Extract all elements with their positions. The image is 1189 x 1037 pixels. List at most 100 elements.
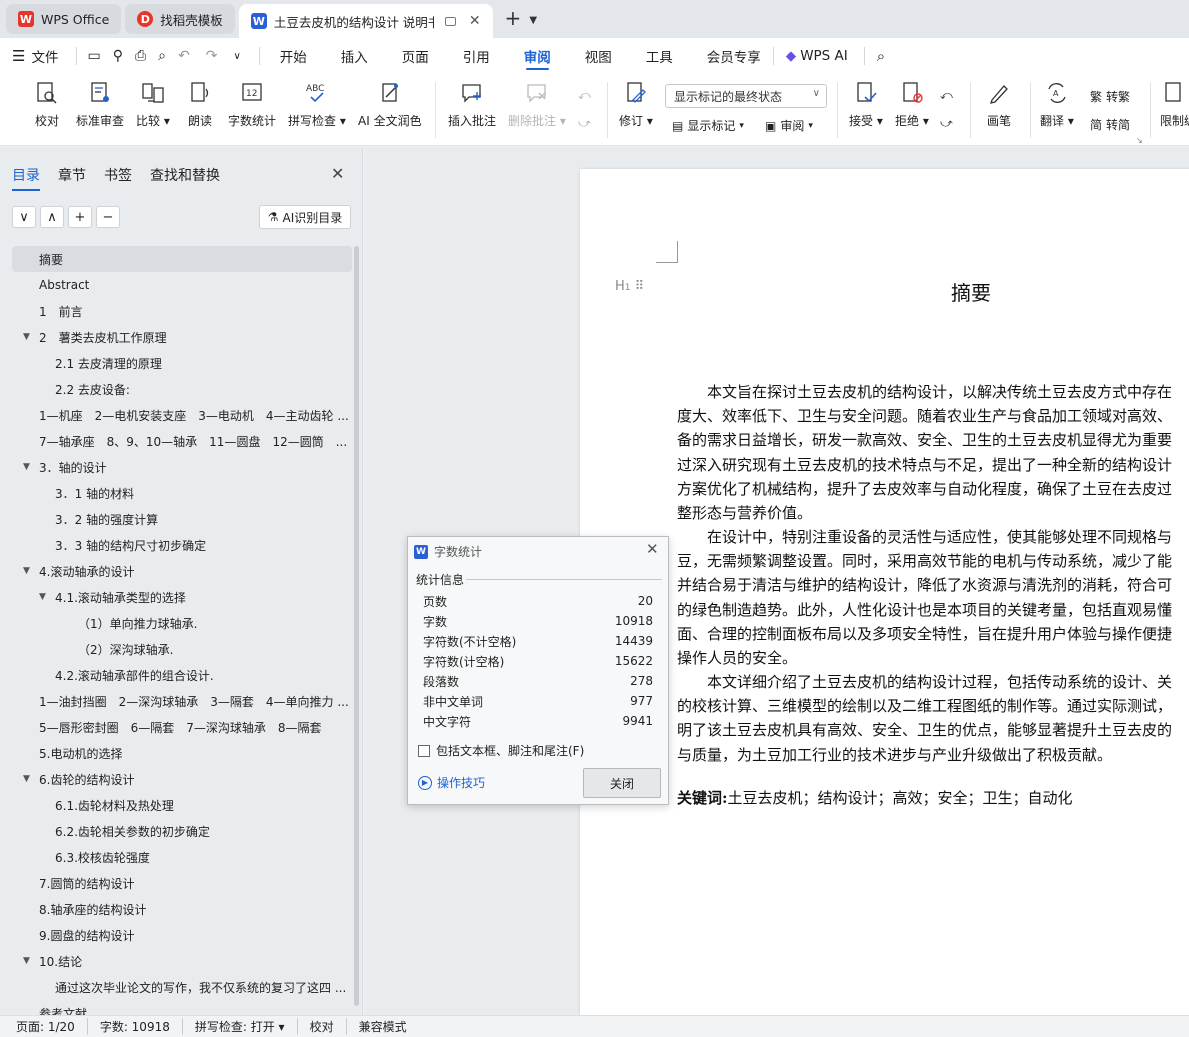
previous-change-icon[interactable]: ⤺ <box>940 88 953 103</box>
toc-item[interactable]: 1—机座 2—电机安装支座 3—电动机 4—主动齿轮 ... <box>12 402 352 428</box>
next-comment-icon[interactable]: ⤻ <box>578 116 591 131</box>
menu-tab-insert[interactable]: 插入 <box>341 38 368 74</box>
expand-arrow-icon[interactable]: ▼ <box>23 774 30 784</box>
delete-comment-button[interactable]: 删除批注 ▾ <box>508 80 566 129</box>
toc-item[interactable]: 6.2.齿轮相关参数的初步确定 <box>12 818 352 844</box>
expand-arrow-icon[interactable]: ▼ <box>23 566 30 576</box>
search-icon[interactable]: ⌕ <box>877 47 885 65</box>
expand-arrow-icon[interactable]: ▼ <box>23 956 30 966</box>
new-tab-plus-icon[interactable]: + <box>505 6 522 30</box>
include-textbox-checkbox[interactable]: 包括文本框、脚注和尾注(F) <box>418 742 584 759</box>
nav-tab-bookmarks[interactable]: 书签 <box>104 165 132 185</box>
toc-item[interactable]: 6.3.校核齿轮强度 <box>12 844 352 870</box>
menu-tab-home[interactable]: 开始 <box>280 38 307 74</box>
checkbox-box[interactable] <box>418 744 430 757</box>
toc-item[interactable]: 3．2 轴的强度计算 <box>12 506 352 532</box>
hamburger-icon[interactable]: ☰ <box>12 47 25 65</box>
close-tab-icon[interactable]: ✕ <box>469 13 481 29</box>
translate-button[interactable]: A 翻译 ▾ <box>1040 80 1074 129</box>
menu-tab-member[interactable]: 会员专享 <box>707 38 761 74</box>
toc-scrollbar[interactable] <box>354 246 359 1006</box>
toc-item[interactable]: 4.2.滚动轴承部件的组合设计. <box>12 662 352 688</box>
redo-icon[interactable]: ↷ <box>206 48 218 64</box>
dialog-close-icon[interactable]: ✕ <box>646 540 659 558</box>
document-page[interactable]: H1 ⠿ 摘要 本文旨在探讨土豆去皮机的结构设计，以解决传统土豆去皮方式中存在度… <box>580 169 1189 1015</box>
nav-tab-toc[interactable]: 目录 <box>12 165 40 191</box>
expand-group-icon[interactable]: ↘ <box>1136 136 1143 145</box>
toc-item[interactable]: 7—轴承座 8、9、10—轴承 11—圆盘 12—圆筒 ... <box>12 428 352 454</box>
toc-item[interactable]: 3．1 轴的材料 <box>12 480 352 506</box>
toc-item[interactable]: ▼ 6.齿轮的结构设计 <box>12 766 352 792</box>
dialog-title-bar[interactable]: W 字数统计 <box>414 543 482 560</box>
undo-icon[interactable]: ↶ <box>178 48 190 64</box>
expand-arrow-icon[interactable]: ▼ <box>23 462 30 472</box>
nav-tab-chapters[interactable]: 章节 <box>58 165 86 185</box>
toc-item[interactable]: 2.1 去皮清理的原理 <box>12 350 352 376</box>
toc-item[interactable]: ▼ 4.滚动轴承的设计 <box>12 558 352 584</box>
status-word-count[interactable]: 字数: 10918 <box>100 1018 183 1035</box>
accept-button[interactable]: 接受 ▾ <box>849 80 883 129</box>
reject-button[interactable]: 拒绝 ▾ <box>895 80 929 129</box>
to-traditional-button[interactable]: 繁 转繁 <box>1090 88 1130 105</box>
menu-tab-references[interactable]: 引用 <box>463 38 490 74</box>
compare-button[interactable]: 比较 ▾ <box>136 80 170 129</box>
pen-button[interactable]: 画笔 <box>986 80 1012 129</box>
toc-item[interactable]: 5—唇形密封圈 6—隔套 7—深沟球轴承 8—隔套 <box>12 714 352 740</box>
show-markup-button[interactable]: ▤ 显示标记 ▾ <box>672 117 744 134</box>
read-aloud-button[interactable]: 朗读 <box>187 80 213 129</box>
next-change-icon[interactable]: ⤻ <box>940 116 953 131</box>
tab-document[interactable]: W 土豆去皮机的结构设计 说明书 ✕ <box>238 4 493 38</box>
toc-item[interactable]: 8.轴承座的结构设计 <box>12 896 352 922</box>
toc-item[interactable]: （1）单向推力球轴承. <box>12 610 352 636</box>
toc-item[interactable]: Abstract <box>12 272 352 298</box>
toc-item[interactable]: 7.圆筒的结构设计 <box>12 870 352 896</box>
tips-link[interactable]: ▶ 操作技巧 <box>418 774 485 791</box>
insert-comment-button[interactable]: 插入批注 <box>448 80 496 129</box>
quick-access-chevron-icon[interactable]: ∨ <box>233 51 240 62</box>
spell-check-button[interactable]: ABC 拼写检查 ▾ <box>288 80 346 129</box>
toc-item[interactable]: （2）深沟球轴承. <box>12 636 352 662</box>
nav-tab-find-replace[interactable]: 查找和替换 <box>150 165 220 185</box>
remove-heading-button[interactable]: − <box>96 206 120 228</box>
save-icon[interactable]: ▭ <box>87 48 100 64</box>
toc-item[interactable]: ▼ 10.结论 <box>12 948 352 974</box>
tab-docer-templates[interactable]: D 找稻壳模板 <box>125 4 235 34</box>
window-mode-icon[interactable] <box>444 16 456 26</box>
expand-arrow-icon[interactable]: ▼ <box>23 332 30 342</box>
toc-item[interactable]: 通过这次毕业论文的写作，我不仅系统的复习了这四 ... <box>12 974 352 1000</box>
file-menu[interactable]: 文件 <box>31 46 58 66</box>
close-button[interactable]: 关闭 <box>583 768 661 798</box>
menu-tab-wps-ai[interactable]: WPS AI <box>800 38 848 74</box>
menu-tab-tools[interactable]: 工具 <box>646 38 673 74</box>
restrict-editing-button[interactable]: 限制编 <box>1160 80 1189 129</box>
to-simplified-button[interactable]: 简 转简 <box>1090 116 1130 133</box>
menu-tab-page[interactable]: 页面 <box>402 38 429 74</box>
toc-item[interactable]: ▼ 4.1.滚动轴承类型的选择 <box>12 584 352 610</box>
markup-display-select[interactable]: 显示标记的最终状态 ∨ <box>665 84 827 108</box>
toc-item[interactable]: 1 前言 <box>12 298 352 324</box>
review-pane-button[interactable]: ▣ 审阅 ▾ <box>765 117 813 134</box>
tab-wps-office[interactable]: W WPS Office <box>6 4 122 34</box>
track-changes-button[interactable]: 修订 ▾ <box>619 80 653 129</box>
toc-item[interactable]: 2.2 去皮设备: <box>12 376 352 402</box>
standard-review-button[interactable]: 标准审查 <box>76 80 124 129</box>
status-page[interactable]: 页面: 1/20 <box>16 1018 88 1035</box>
word-count-button[interactable]: 12 字数统计 <box>228 80 276 129</box>
proofread-button[interactable]: 校对 <box>34 80 60 129</box>
collapse-down-button[interactable]: ∨ <box>12 206 36 228</box>
toc-item[interactable]: 3．3 轴的结构尺寸初步确定 <box>12 532 352 558</box>
print-preview-icon[interactable]: ⌕ <box>158 48 166 64</box>
ai-toc-button[interactable]: ⚗ AI识别目录 <box>259 205 351 229</box>
toc-item[interactable]: 9.圆盘的结构设计 <box>12 922 352 948</box>
previous-comment-icon[interactable]: ⤺ <box>578 88 591 103</box>
menu-tab-view[interactable]: 视图 <box>585 38 612 74</box>
toc-item[interactable]: ▼ 3．轴的设计 <box>12 454 352 480</box>
move-up-button[interactable]: ∧ <box>40 206 64 228</box>
toc-item[interactable]: 5.电动机的选择 <box>12 740 352 766</box>
menu-tab-review[interactable]: 审阅 <box>524 38 551 74</box>
expand-arrow-icon[interactable]: ▼ <box>39 592 46 602</box>
toc-item[interactable]: ▼ 2 薯类去皮机工作原理 <box>12 324 352 350</box>
add-heading-button[interactable]: + <box>68 206 92 228</box>
toc-item[interactable]: 1—油封挡圈 2—深沟球轴承 3—隔套 4—单向推力 ... <box>12 688 352 714</box>
tab-list-chevron-icon[interactable]: ▼ <box>529 15 537 26</box>
